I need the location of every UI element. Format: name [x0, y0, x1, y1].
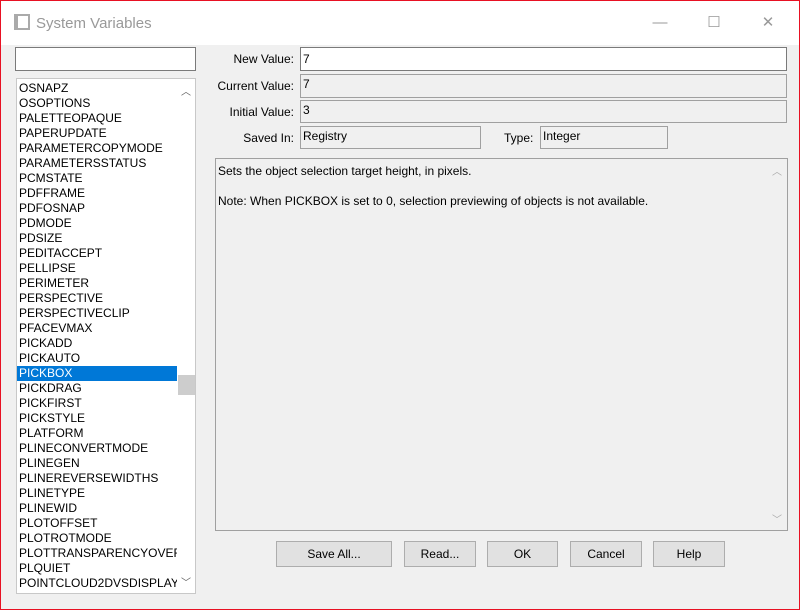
- list-item[interactable]: PERSPECTIVE: [17, 291, 177, 306]
- list-scrollbar[interactable]: ︿ ﹀: [177, 79, 195, 593]
- list-item[interactable]: PDSIZE: [17, 231, 177, 246]
- maximize-button[interactable]: ☐: [691, 9, 737, 37]
- list-item[interactable]: PELLIPSE: [17, 261, 177, 276]
- list-item[interactable]: PICKDRAG: [17, 381, 177, 396]
- type-field: Integer: [540, 126, 668, 149]
- list-item[interactable]: PLOTROTMODE: [17, 531, 177, 546]
- list-item[interactable]: PICKADD: [17, 336, 177, 351]
- list-item[interactable]: POINTCLOUDAUTOUPDATE: [17, 591, 177, 593]
- list-item[interactable]: PLINEREVERSEWIDTHS: [17, 471, 177, 486]
- list-item[interactable]: PLINEGEN: [17, 456, 177, 471]
- saved-in-field: Registry: [300, 126, 481, 149]
- list-item[interactable]: PFACEVMAX: [17, 321, 177, 336]
- desc-scroll-down-icon[interactable]: ﹀: [772, 511, 782, 526]
- list-item[interactable]: PCMSTATE: [17, 171, 177, 186]
- list-item[interactable]: PARAMETERCOPYMODE: [17, 141, 177, 156]
- list-item[interactable]: PLQUIET: [17, 561, 177, 576]
- title-bar: System Variables — ☐ ✕: [1, 1, 799, 45]
- saved-in-label: Saved In:: [243, 131, 294, 145]
- list-item[interactable]: PERIMETER: [17, 276, 177, 291]
- list-item[interactable]: POINTCLOUD2DVSDISPLAY: [17, 576, 177, 591]
- list-item[interactable]: PERSPECTIVECLIP: [17, 306, 177, 321]
- list-item[interactable]: PLINETYPE: [17, 486, 177, 501]
- list-item[interactable]: PALETTEOPAQUE: [17, 111, 177, 126]
- current-value-field: 7: [300, 74, 787, 98]
- current-value-label: Current Value:: [217, 79, 294, 93]
- read-button[interactable]: Read...: [404, 541, 476, 567]
- close-button[interactable]: ✕: [745, 9, 791, 37]
- new-value-label: New Value:: [233, 52, 294, 66]
- variable-list[interactable]: OSNAPZ OSOPTIONS PALETTEOPAQUE PAPERUPDATE P…: [16, 78, 196, 594]
- initial-value-field: 3: [300, 100, 787, 123]
- window-title: System Variables: [36, 15, 152, 32]
- type-label: Type:: [504, 131, 534, 145]
- scrollbar-thumb[interactable]: [178, 375, 195, 395]
- list-item[interactable]: PAPERUPDATE: [17, 126, 177, 141]
- list-item[interactable]: PEDITACCEPT: [17, 246, 177, 261]
- list-item[interactable]: PICKSTYLE: [17, 411, 177, 426]
- description-text: Sets the object selection target height,…: [218, 164, 472, 178]
- list-item[interactable]: PICKBOX: [17, 366, 177, 381]
- help-button[interactable]: Help: [653, 541, 725, 567]
- list-item[interactable]: PDFFRAME: [17, 186, 177, 201]
- scroll-down-icon[interactable]: ﹀: [181, 574, 191, 589]
- new-value-input[interactable]: [300, 47, 787, 71]
- list-item[interactable]: PARAMETERSSTATUS: [17, 156, 177, 171]
- description-box: Sets the object selection target height,…: [215, 158, 788, 531]
- desc-scroll-up-icon[interactable]: ︿: [772, 163, 782, 178]
- initial-value-label: Initial Value:: [229, 105, 294, 119]
- ok-button[interactable]: OK: [487, 541, 558, 567]
- minimize-button[interactable]: —: [637, 9, 683, 37]
- list-item[interactable]: PDMODE: [17, 216, 177, 231]
- list-item[interactable]: PLATFORM: [17, 426, 177, 441]
- cancel-button[interactable]: Cancel: [570, 541, 642, 567]
- list-item[interactable]: PLINECONVERTMODE: [17, 441, 177, 456]
- list-item[interactable]: OSOPTIONS: [17, 96, 177, 111]
- app-icon: [14, 14, 30, 30]
- list-item[interactable]: PICKAUTO: [17, 351, 177, 366]
- list-item[interactable]: OSNAPZ: [17, 81, 177, 96]
- list-item[interactable]: PLOTOFFSET: [17, 516, 177, 531]
- list-item[interactable]: PLINEWID: [17, 501, 177, 516]
- system-variables-dialog: System Variables — ☐ ✕ OSNAPZ OSOPTIONS PA…: [0, 0, 800, 610]
- list-item[interactable]: PICKFIRST: [17, 396, 177, 411]
- save-all-button[interactable]: Save All...: [276, 541, 392, 567]
- filter-input[interactable]: [15, 47, 196, 71]
- description-note: Note: When PICKBOX is set to 0, selectio…: [218, 194, 649, 208]
- list-item[interactable]: PDFOSNAP: [17, 201, 177, 216]
- list-item[interactable]: PLOTTRANSPARENCYOVERRIDE: [17, 546, 177, 561]
